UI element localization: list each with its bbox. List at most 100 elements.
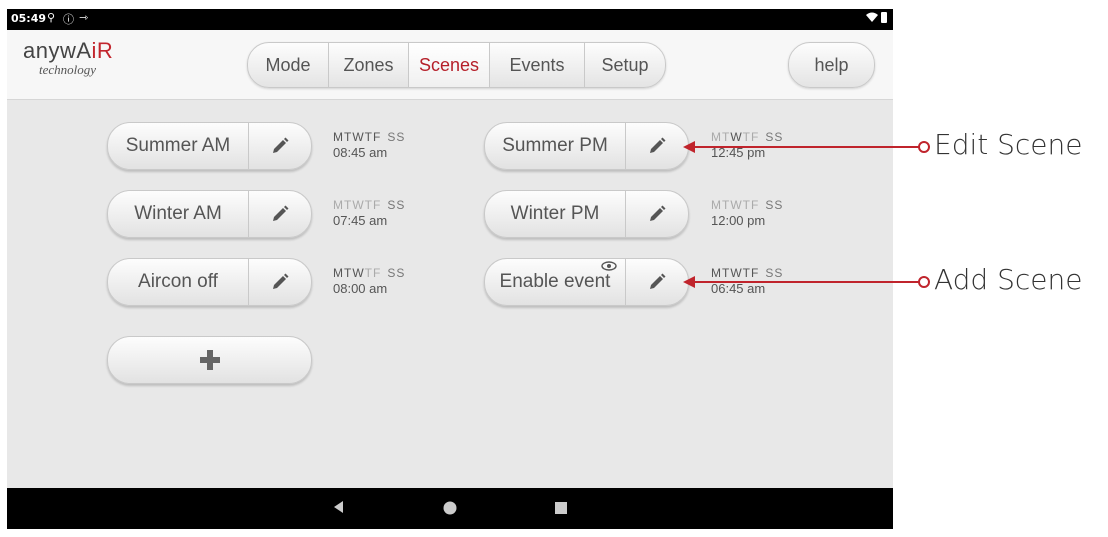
annotation-label: Edit Scene	[934, 128, 1083, 161]
status-bar: 05:49 ⚲ ⓘ ⇾	[7, 9, 893, 30]
scene-name[interactable]: Winter AM	[108, 191, 249, 237]
logo-accent: iR	[91, 38, 114, 63]
day-letter: S	[396, 198, 406, 212]
annotation-line	[694, 146, 920, 148]
device-screen: 05:49 ⚲ ⓘ ⇾ anywAiR technology Mode Zone…	[7, 9, 893, 529]
status-icons	[865, 11, 889, 28]
day-letter: T	[742, 130, 752, 144]
scene-schedule: MTWTF SS 08:00 am	[333, 266, 405, 296]
logo-text: anywA	[23, 38, 92, 63]
day-letter: T	[364, 130, 374, 144]
day-letter: S	[774, 130, 784, 144]
scene-schedule: MTWTF SS 08:45 am	[333, 130, 405, 160]
day-letter: M	[711, 130, 722, 144]
add-scene-button[interactable]	[107, 336, 312, 384]
scene-button: Winter AM	[107, 190, 312, 238]
back-icon[interactable]	[331, 499, 345, 520]
home-icon[interactable]	[442, 500, 458, 521]
day-letter: T	[742, 266, 752, 280]
scene-days: MTWTF SS	[711, 198, 783, 212]
day-letter: W	[730, 266, 743, 280]
tab-mode[interactable]: Mode	[248, 43, 329, 87]
logo-subtitle: technology	[39, 62, 97, 77]
pencil-icon	[273, 273, 289, 289]
scene-time: 06:45 am	[711, 281, 766, 296]
pencil-icon	[273, 137, 289, 153]
day-letter: M	[711, 198, 722, 212]
app-header: anywAiR technology Mode Zones Scenes Eve…	[7, 30, 893, 100]
scene-schedule: MTWTF SS 07:45 am	[333, 198, 405, 228]
edit-scene-button[interactable]	[626, 191, 688, 237]
annotation-line	[694, 281, 920, 283]
day-letter: M	[711, 266, 722, 280]
day-letter: W	[352, 266, 365, 280]
edit-scene-button[interactable]	[249, 259, 311, 305]
day-letter: W	[730, 198, 743, 212]
scene-time: 07:45 am	[333, 213, 388, 228]
scenes-panel: Summer AM MTWTF SS 08:45 am Summer PM MTW…	[7, 100, 893, 488]
scene-name[interactable]: Enable event	[485, 259, 626, 305]
day-letter: F	[373, 198, 382, 212]
scene-schedule: MTWTF SS 12:45 pm	[711, 130, 783, 160]
usb-icon: ⇾	[79, 11, 89, 24]
day-letter: F	[373, 266, 382, 280]
help-button[interactable]: help	[788, 42, 875, 88]
day-letter: W	[352, 198, 365, 212]
edit-scene-button[interactable]	[249, 123, 311, 169]
day-letter: T	[364, 266, 374, 280]
scene-button: Aircon off	[107, 258, 312, 306]
day-letter: M	[333, 130, 344, 144]
scene-days: MTWTF SS	[333, 198, 405, 212]
scene-name[interactable]: Summer PM	[485, 123, 626, 169]
pencil-icon	[650, 205, 666, 221]
annotation-dot	[918, 141, 930, 153]
android-nav-bar	[7, 488, 893, 529]
pencil-icon	[650, 137, 666, 153]
scene-days: MTWTF SS	[333, 266, 405, 280]
tab-scenes[interactable]: Scenes	[409, 43, 490, 87]
scene-name[interactable]: Aircon off	[108, 259, 249, 305]
scene-days: MTWTF SS	[711, 130, 783, 144]
status-time: 05:49	[11, 12, 47, 25]
day-letter: S	[774, 198, 784, 212]
eye-icon	[601, 261, 617, 274]
scene-name-label: Enable event	[499, 271, 611, 292]
tab-zones[interactable]: Zones	[329, 43, 409, 87]
info-icon: ⓘ	[63, 13, 74, 26]
day-letter: W	[352, 130, 365, 144]
day-letter: T	[742, 198, 752, 212]
scene-button: Winter PM	[484, 190, 689, 238]
recents-icon[interactable]	[553, 500, 569, 521]
pencil-icon	[650, 273, 666, 289]
tab-events[interactable]: Events	[490, 43, 585, 87]
edit-scene-button[interactable]	[249, 191, 311, 237]
scene-time: 12:00 pm	[711, 213, 766, 228]
edit-scene-button[interactable]	[626, 123, 688, 169]
wifi-icon	[866, 12, 887, 23]
scene-schedule: MTWTF SS 12:00 pm	[711, 198, 783, 228]
tab-setup[interactable]: Setup	[585, 43, 665, 87]
scene-name[interactable]: Winter PM	[485, 191, 626, 237]
edit-scene-button[interactable]	[626, 259, 688, 305]
scene-name[interactable]: Summer AM	[108, 123, 249, 169]
day-letter: S	[774, 266, 784, 280]
scene-button: Enable event	[484, 258, 689, 306]
pencil-icon	[273, 205, 289, 221]
day-letter: F	[751, 266, 760, 280]
day-letter: M	[333, 198, 344, 212]
day-letter: S	[396, 266, 406, 280]
tab-bar: Mode Zones Scenes Events Setup	[247, 42, 666, 88]
plus-icon	[199, 350, 220, 370]
scene-time: 08:45 am	[333, 145, 388, 160]
day-letter: F	[751, 130, 760, 144]
logo: anywAiR technology	[23, 38, 113, 78]
day-letter: S	[396, 130, 406, 144]
day-letter: T	[364, 198, 374, 212]
scene-button: Summer PM	[484, 122, 689, 170]
scene-days: MTWTF SS	[333, 130, 405, 144]
annotation-dot	[918, 276, 930, 288]
scene-button: Summer AM	[107, 122, 312, 170]
day-letter: M	[333, 266, 344, 280]
scene-time: 08:00 am	[333, 281, 388, 296]
scene-days: MTWTF SS	[711, 266, 783, 280]
